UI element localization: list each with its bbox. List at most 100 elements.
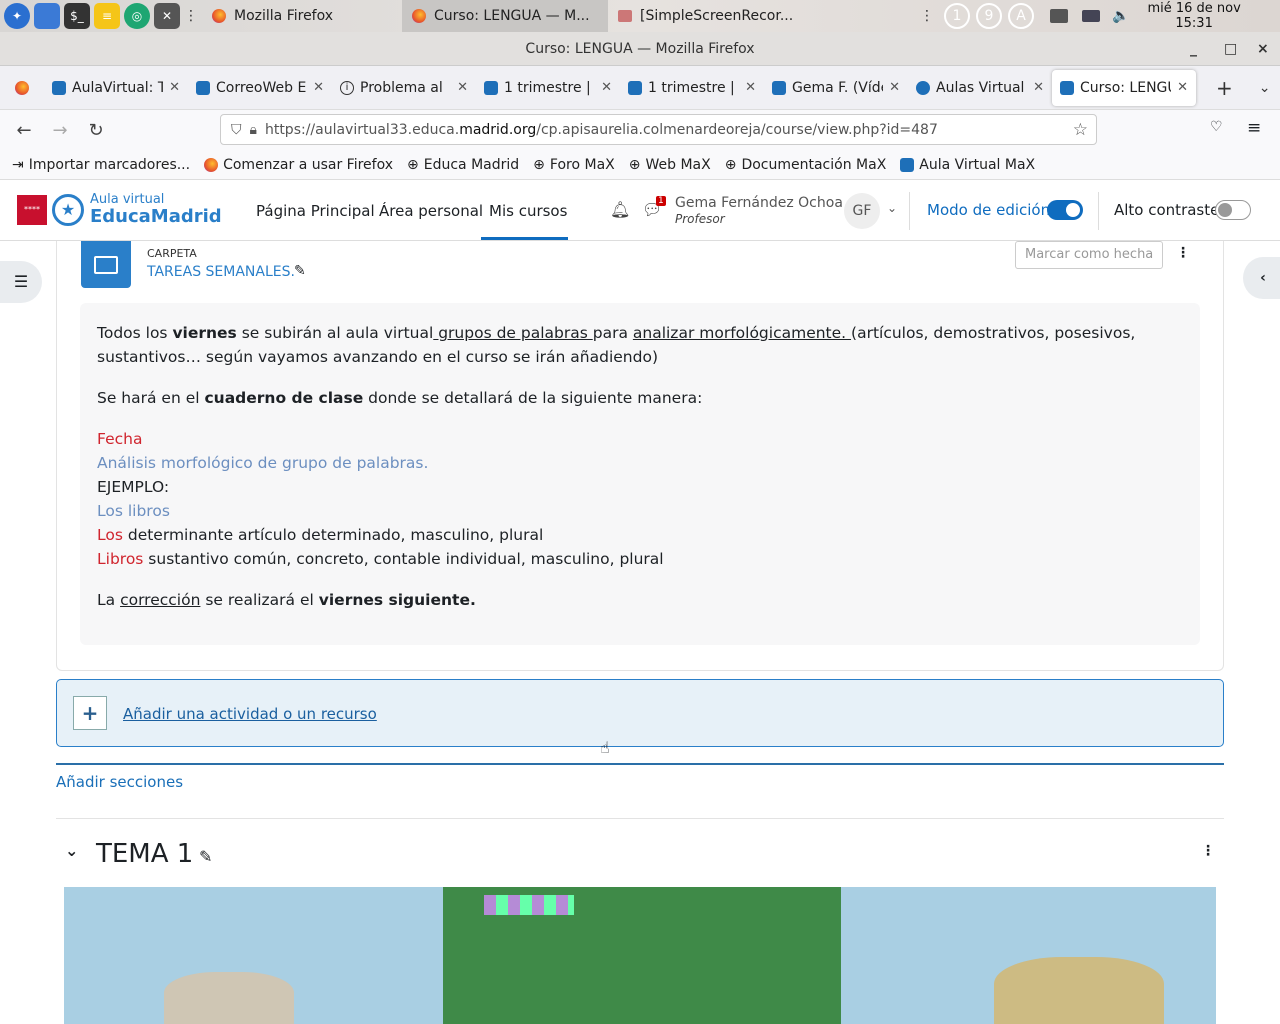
window-title: Curso: LENGUA — Mozilla Firefox (525, 41, 755, 57)
minimize-button[interactable]: _ (1190, 32, 1197, 66)
logo-top-text: Aula virtual (90, 192, 165, 207)
monitor-icon[interactable] (1050, 9, 1068, 23)
clapper-icon (772, 80, 786, 95)
add-sections-link[interactable]: Añadir secciones (56, 773, 183, 791)
list-tabs-button[interactable]: ⌄ (1259, 80, 1271, 96)
edit-mode-toggle[interactable] (1047, 200, 1083, 220)
screenshot-icon[interactable]: ◎ (124, 3, 150, 29)
tab-aulas-virtuales[interactable]: Aulas Virtual ✕ (908, 70, 1052, 106)
nav-pagina-principal[interactable]: Página Principal (256, 202, 375, 220)
section-menu-icon[interactable]: ⋮ (1201, 843, 1215, 859)
camera-icon[interactable] (1082, 10, 1100, 22)
task-curso[interactable]: Curso: LENGUA — M... (402, 0, 608, 32)
clock[interactable]: mié 16 de nov 15:31 (1147, 1, 1240, 31)
contrast-toggle[interactable] (1215, 200, 1251, 220)
forward-button[interactable]: → (42, 120, 78, 141)
notes-icon[interactable]: ≡ (94, 3, 120, 29)
tray-icon-9[interactable]: 9 (976, 3, 1002, 29)
avatar[interactable]: GF (844, 193, 880, 229)
edit-pencil-icon[interactable]: ✎ (199, 847, 212, 866)
bookmark-firefox[interactable]: Comenzar a usar Firefox (204, 157, 393, 173)
close-tab-icon[interactable]: ✕ (745, 80, 756, 95)
section-banner-image (64, 887, 1216, 1024)
volume-icon[interactable]: 🔈 (1112, 8, 1129, 24)
globe-icon: ⊕ (407, 156, 419, 173)
lock-icon[interactable]: 🔒︎ (250, 122, 257, 138)
tab-trimestre-2[interactable]: 1 trimestre | I ✕ (620, 70, 764, 106)
mail-icon (196, 80, 210, 95)
launcher-icon[interactable]: ✦ (4, 3, 30, 29)
back-button[interactable]: ← (6, 120, 42, 141)
task-firefox[interactable]: Mozilla Firefox (202, 0, 402, 32)
tab-gema-video[interactable]: Gema F. (Víde ✕ (764, 70, 908, 106)
messages-badge: 1 (656, 196, 666, 206)
comunidad-madrid-logo[interactable]: **** (17, 195, 47, 225)
nav-area-personal[interactable]: Área personal (379, 202, 483, 220)
tray-icon-1[interactable]: 1 (944, 3, 970, 29)
globe-icon: ⊕ (628, 156, 641, 173)
section-title: TEMA 1 (96, 839, 194, 869)
bell-icon[interactable]: 🔔︎ (610, 200, 630, 219)
collapse-chevron-icon[interactable]: ⌄ (65, 841, 78, 860)
add-activity-label: Añadir una actividad o un recurso (123, 705, 377, 723)
firefox-icon (212, 9, 226, 23)
bookmark-educa[interactable]: ⊕ Educa Madrid (407, 157, 519, 173)
x-app-icon[interactable]: ✕ (154, 3, 180, 29)
tab-curso-lengua[interactable]: Curso: LENGU ✕ (1052, 69, 1196, 106)
navigation-bar: ← → ↻ ⛉ 🔒︎ https://aulavirtual33.educa.ma… (0, 110, 1280, 150)
tray-icon-a[interactable]: A (1008, 3, 1034, 29)
window-titlebar: Curso: LENGUA — Mozilla Firefox _ □ × (0, 32, 1280, 66)
mortarboard-icon (900, 157, 915, 172)
new-tab-button[interactable]: + (1216, 76, 1233, 100)
task-recorder[interactable]: [SimpleScreenRecor... (608, 0, 818, 32)
close-tab-icon[interactable]: ✕ (1177, 80, 1188, 95)
course-index-toggle[interactable]: ☰ (0, 261, 42, 303)
close-tab-icon[interactable]: ✕ (169, 80, 180, 95)
maximize-button[interactable]: □ (1224, 32, 1237, 66)
activity-menu-icon[interactable]: ⋮ (1176, 245, 1190, 261)
firefox-view-icon[interactable] (15, 80, 29, 95)
activity-description: Todos los viernes se subirán al aula vir… (80, 303, 1200, 645)
educamadrid-star-icon[interactable]: ★ (52, 194, 84, 226)
bookmark-doc[interactable]: ⊕ Documentación MaX (725, 157, 887, 173)
active-nav-indicator (481, 237, 568, 240)
url-bar[interactable]: ⛉ 🔒︎ https://aulavirtual33.educa.madrid.o… (220, 114, 1097, 145)
bookmark-web[interactable]: ⊕ Web MaX (629, 157, 711, 173)
user-name[interactable]: Gema Fernández Ochoa (675, 195, 843, 211)
tab-aulavirtual[interactable]: AulaVirtual: T ✕ (44, 70, 188, 106)
firefox-icon (412, 9, 426, 23)
drawer-open-button[interactable]: ‹ (1243, 257, 1280, 299)
chevron-down-icon[interactable]: ⌄ (887, 201, 897, 215)
contrast-label: Alto contraste (1114, 201, 1220, 219)
reload-button[interactable]: ↻ (78, 120, 114, 141)
bookmark-aula[interactable]: Aula Virtual MaX (900, 157, 1035, 173)
terminal-icon[interactable]: $_ (64, 3, 90, 29)
add-activity-button[interactable]: + Añadir una actividad o un recurso (56, 679, 1224, 747)
close-tab-icon[interactable]: ✕ (1033, 80, 1044, 95)
bookmark-foro[interactable]: ⊕ Foro MaX (533, 157, 615, 173)
tab-correoweb[interactable]: CorreoWeb E ✕ (188, 70, 332, 106)
mark-done-button[interactable]: Marcar como hecha (1015, 241, 1164, 269)
shield-icon[interactable]: ⛉ (231, 122, 242, 138)
nav-mis-cursos[interactable]: Mis cursos (489, 202, 567, 220)
folder-icon (81, 241, 131, 288)
pocket-icon[interactable]: ♡ (1210, 119, 1223, 135)
close-window-button[interactable]: × (1257, 32, 1269, 66)
desktop-icon[interactable] (34, 3, 60, 29)
close-tab-icon[interactable]: ✕ (889, 80, 900, 95)
menu-icon[interactable]: ≡ (1247, 118, 1261, 138)
bookmark-import[interactable]: ⇥ Importar marcadores... (12, 157, 190, 173)
tab-problema[interactable]: i Problema al ✕ (332, 70, 476, 106)
close-tab-icon[interactable]: ✕ (313, 80, 324, 95)
activity-name-link[interactable]: TAREAS SEMANALES. (147, 264, 295, 280)
bookmarks-bar: ⇥ Importar marcadores... Comenzar a usar … (0, 150, 1280, 180)
close-tab-icon[interactable]: ✕ (457, 80, 468, 95)
activity-type: CARPETA (147, 247, 197, 260)
globe-icon: ⊕ (533, 156, 545, 173)
user-role: Profesor (675, 212, 725, 226)
tab-trimestre-1[interactable]: 1 trimestre | ✕ (476, 70, 620, 106)
classroom-icon (484, 80, 498, 95)
bookmark-star-icon[interactable]: ☆ (1073, 120, 1088, 140)
edit-pencil-icon[interactable]: ✎ (294, 263, 306, 279)
close-tab-icon[interactable]: ✕ (601, 80, 612, 95)
